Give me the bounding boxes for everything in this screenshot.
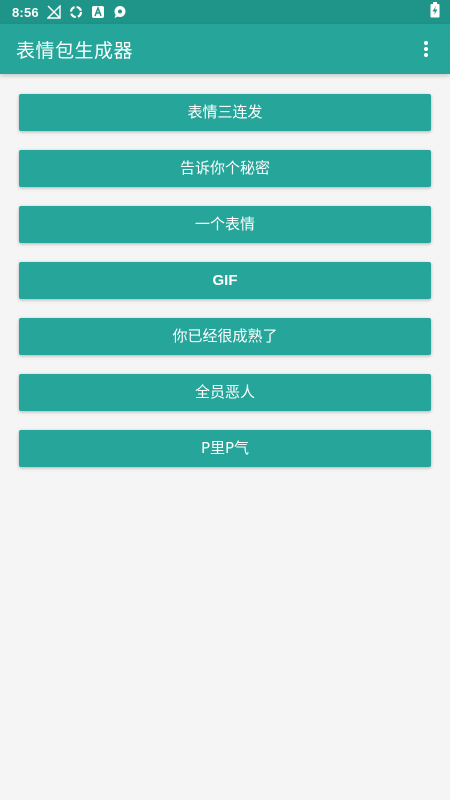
sync-icon: [69, 5, 83, 19]
battery-charging-icon: [430, 2, 440, 22]
menu-button-gif[interactable]: GIF: [19, 262, 431, 299]
status-bar: 8:56: [0, 0, 450, 24]
status-time: 8:56: [12, 4, 39, 20]
menu-button-single-emoji[interactable]: 一个表情: [19, 206, 431, 243]
status-notification-icons: [46, 5, 127, 19]
app-a-icon: [91, 5, 105, 19]
menu-button-p-li-p-qi[interactable]: P里P气: [19, 430, 431, 467]
overflow-menu-button[interactable]: [414, 33, 438, 65]
status-right-area: [430, 2, 440, 22]
menu-list: 表情三连发 告诉你个秘密 一个表情 GIF 你已经很成熟了 全员恶人 P里P气: [19, 94, 431, 486]
more-vert-icon: [424, 41, 428, 57]
app-title: 表情包生成器: [16, 39, 134, 62]
chat-icon: [113, 5, 127, 19]
app-bar: 表情包生成器: [0, 24, 450, 74]
menu-button-so-mature[interactable]: 你已经很成熟了: [19, 318, 431, 355]
menu-button-emoji-triple[interactable]: 表情三连发: [19, 94, 431, 131]
menu-button-tell-secret[interactable]: 告诉你个秘密: [19, 150, 431, 187]
menu-button-all-villains[interactable]: 全员恶人: [19, 374, 431, 411]
signal-off-icon: [46, 5, 61, 19]
